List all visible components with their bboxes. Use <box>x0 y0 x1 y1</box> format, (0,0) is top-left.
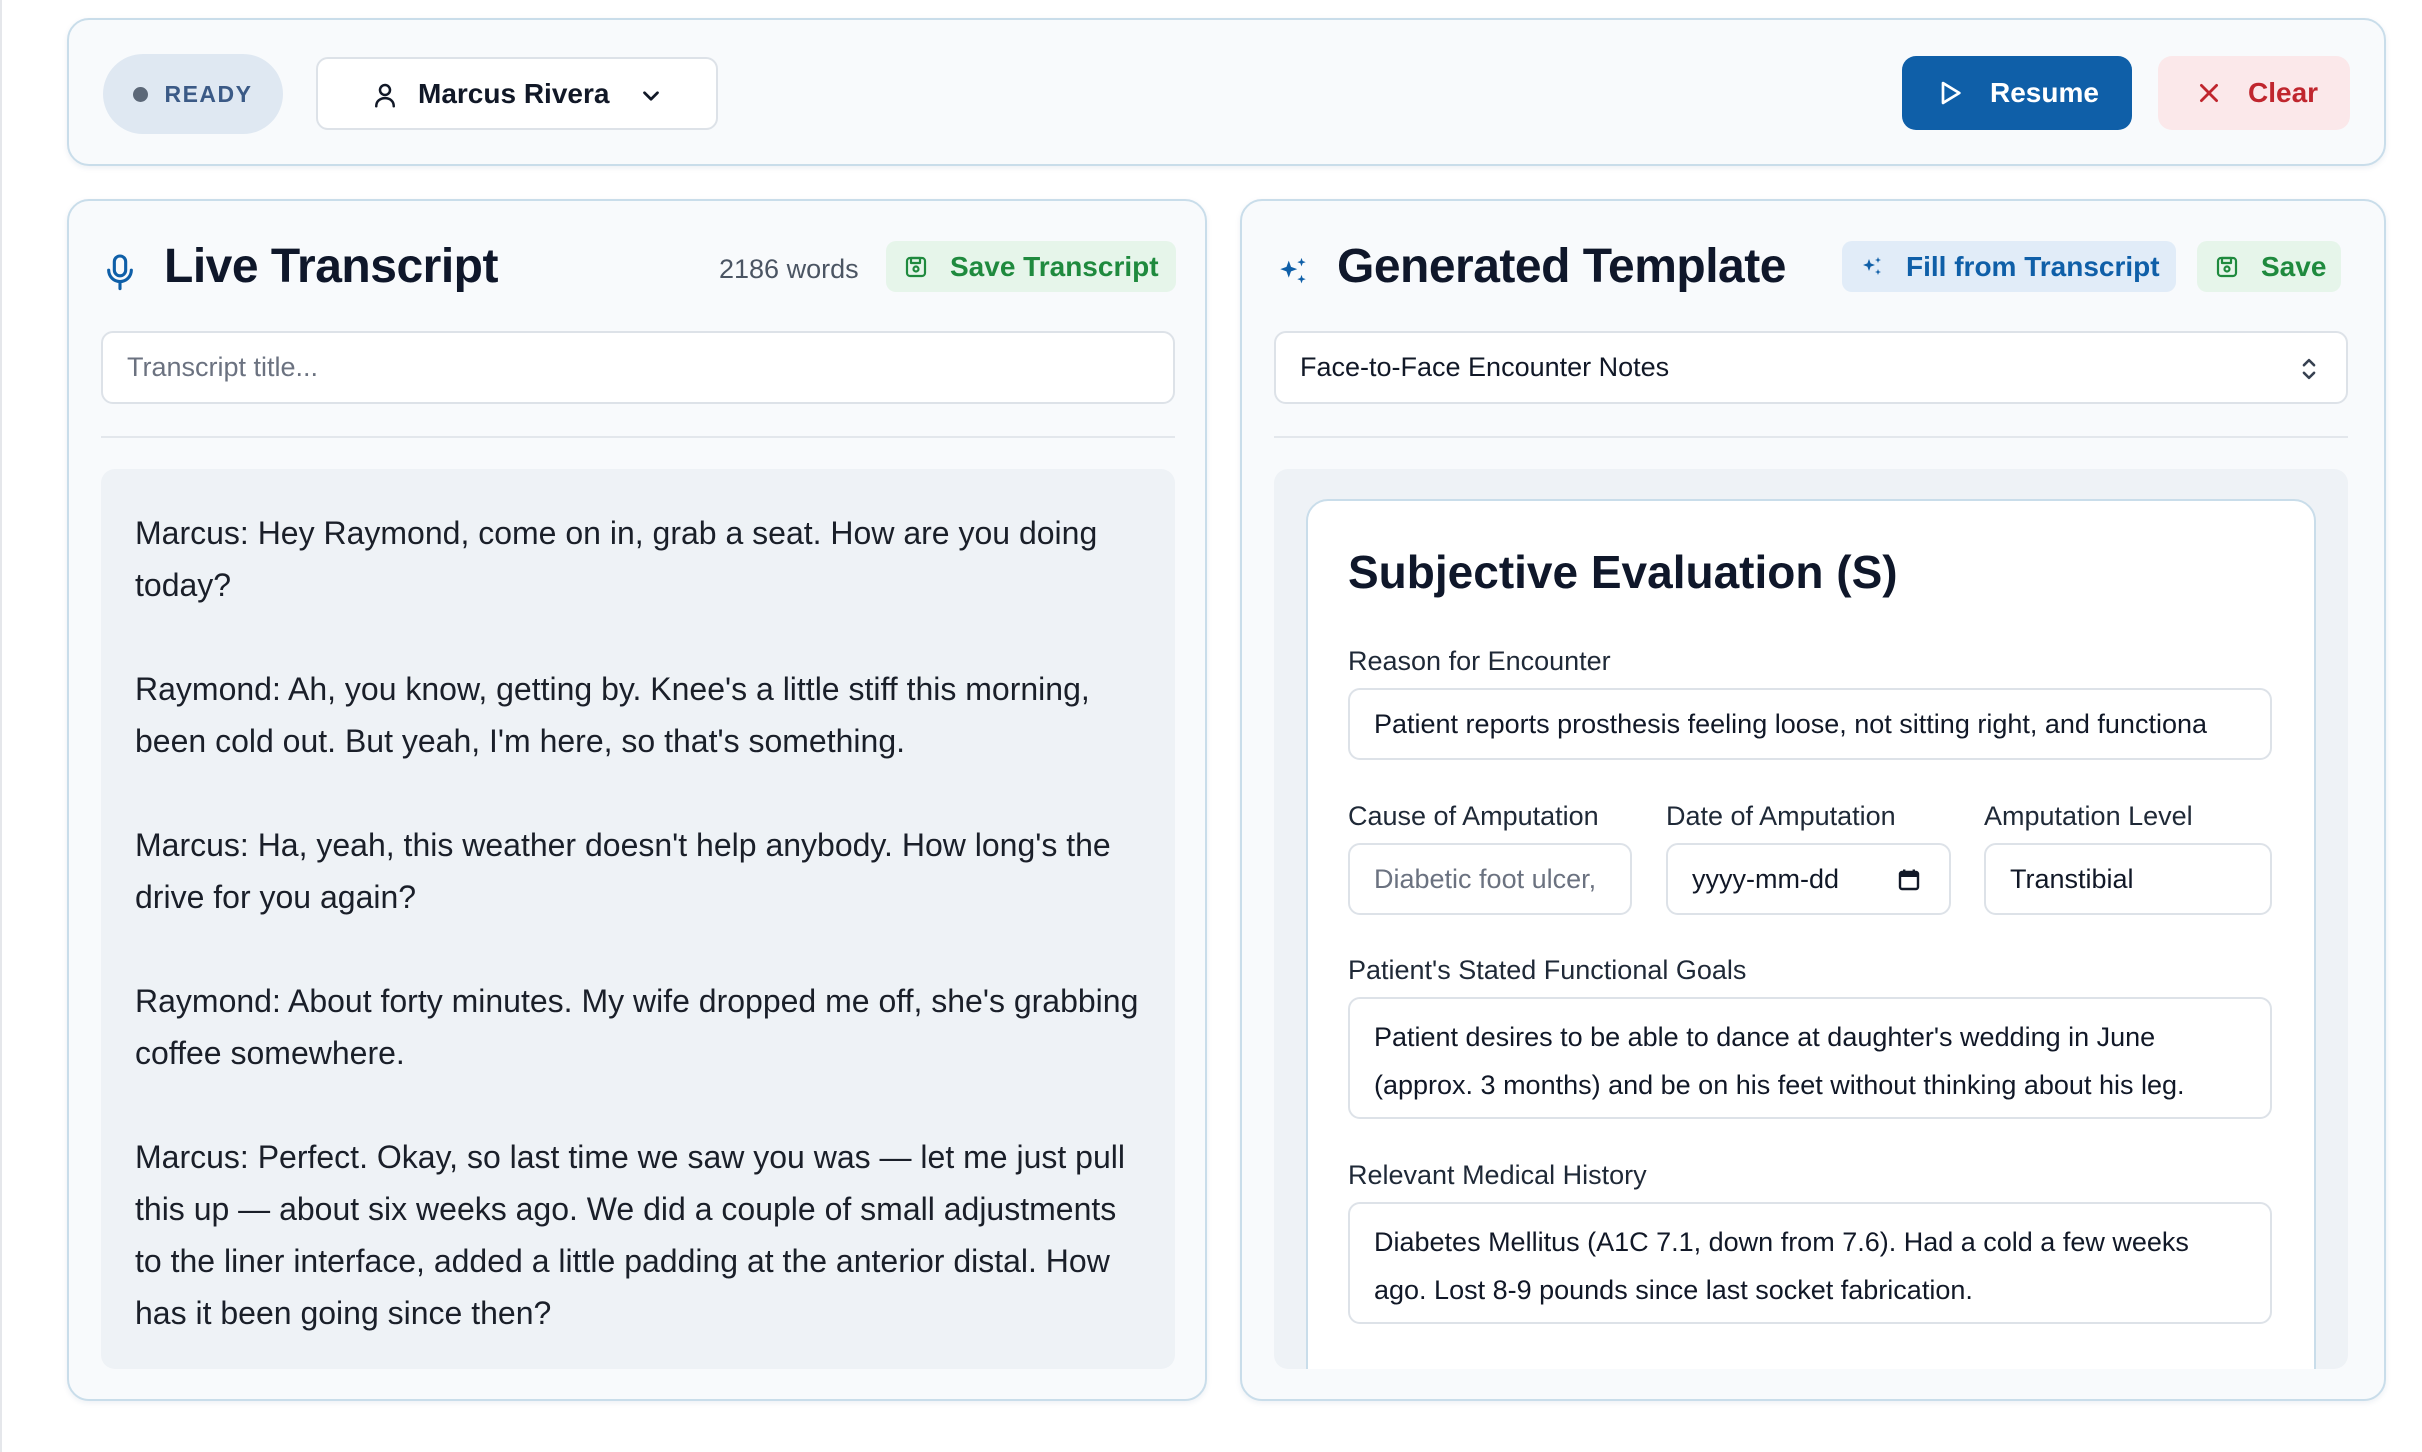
resume-label: Resume <box>1990 77 2099 108</box>
save-icon <box>905 256 927 277</box>
fill-from-transcript-label: Fill from Transcript <box>1906 250 2160 282</box>
play-icon <box>1941 81 1961 105</box>
section-title: Subjective Evaluation (S) <box>1348 546 1898 598</box>
panel-title: Generated Template <box>1337 240 1786 293</box>
date-field-value: yyyy-mm-dd <box>1692 863 1839 894</box>
template-select-value: Face-to-Face Encounter Notes <box>1300 352 1670 382</box>
status-label: READY <box>164 80 253 107</box>
reason-label: Reason for Encounter <box>1348 646 1611 676</box>
status-dot-icon <box>133 86 149 102</box>
resume-button[interactable]: Resume <box>1902 56 2132 130</box>
save-icon <box>2216 256 2238 277</box>
transcript-line: Marcus: Ha, yeah, this weather doesn't h… <box>135 827 1111 915</box>
template-select[interactable]: Face-to-Face Encounter Notes <box>1274 331 2348 404</box>
sparkles-icon <box>1863 256 1881 275</box>
save-template-button[interactable]: Save <box>2197 241 2341 292</box>
level-label: Amputation Level <box>1984 801 2193 831</box>
date-field[interactable]: yyyy-mm-dd <box>1666 843 1951 915</box>
close-icon <box>2200 84 2218 102</box>
template-panel: Generated Template Fill from Transcript … <box>1240 199 2386 1401</box>
divider <box>1274 436 2348 438</box>
level-field[interactable]: Transtibial <box>1984 843 2272 915</box>
clear-button[interactable]: Clear <box>2158 56 2350 130</box>
word-count: 2186 words <box>719 254 859 284</box>
chevron-down-icon <box>643 91 659 101</box>
sparkles-icon <box>1280 257 1306 284</box>
reason-field[interactable]: Patient reports prosthesis feeling loose… <box>1348 688 2272 760</box>
transcript-line: Raymond: Ah, you know, getting by. Knee'… <box>135 671 1090 759</box>
goals-label: Patient's Stated Functional Goals <box>1348 955 1747 985</box>
history-label: Relevant Medical History <box>1348 1160 1647 1190</box>
panel-title: Live Transcript <box>164 240 498 293</box>
history-field[interactable]: Diabetes Mellitus (A1C 7.1, down from 7.… <box>1348 1202 2272 1324</box>
divider <box>101 436 1175 438</box>
transcript-panel: Live Transcript 2186 words Save Transcri… <box>67 199 1207 1401</box>
cause-field[interactable]: Diabetic foot ulcer, <box>1348 843 1632 915</box>
calendar-icon[interactable] <box>1897 867 1921 893</box>
page-edge <box>0 0 2 1452</box>
date-label: Date of Amputation <box>1666 801 1896 831</box>
transcript-line: Raymond: About forty minutes. My wife dr… <box>135 983 1139 1071</box>
save-template-label: Save <box>2261 250 2327 282</box>
microphone-icon <box>107 254 133 291</box>
user-icon <box>375 83 395 108</box>
transcript-line: Marcus: Hey Raymond, come on in, grab a … <box>135 515 1098 603</box>
clear-label: Clear <box>2248 77 2319 108</box>
save-transcript-button[interactable]: Save Transcript <box>886 241 1176 292</box>
top-toolbar: READY Marcus Rivera Resume Clear <box>67 18 2386 166</box>
transcript-line: Marcus: Perfect. Okay, so last time we s… <box>135 1139 1125 1331</box>
subjective-section-card: Subjective Evaluation (S) Reason for Enc… <box>1306 499 2316 1369</box>
template-form-area: Subjective Evaluation (S) Reason for Enc… <box>1274 469 2348 1369</box>
goals-field[interactable]: Patient desires to be able to dance at d… <box>1348 997 2272 1119</box>
user-select[interactable]: Marcus Rivera <box>316 57 718 130</box>
save-transcript-label: Save Transcript <box>950 250 1159 282</box>
transcript-title-input[interactable] <box>101 331 1175 404</box>
chevron-up-down-icon <box>2302 358 2316 380</box>
user-name: Marcus Rivera <box>418 77 610 109</box>
status-badge: READY <box>103 54 283 134</box>
transcript-text-area[interactable]: Marcus: Hey Raymond, come on in, grab a … <box>101 469 1175 1369</box>
cause-label: Cause of Amputation <box>1348 801 1599 831</box>
fill-from-transcript-button[interactable]: Fill from Transcript <box>1842 241 2176 292</box>
